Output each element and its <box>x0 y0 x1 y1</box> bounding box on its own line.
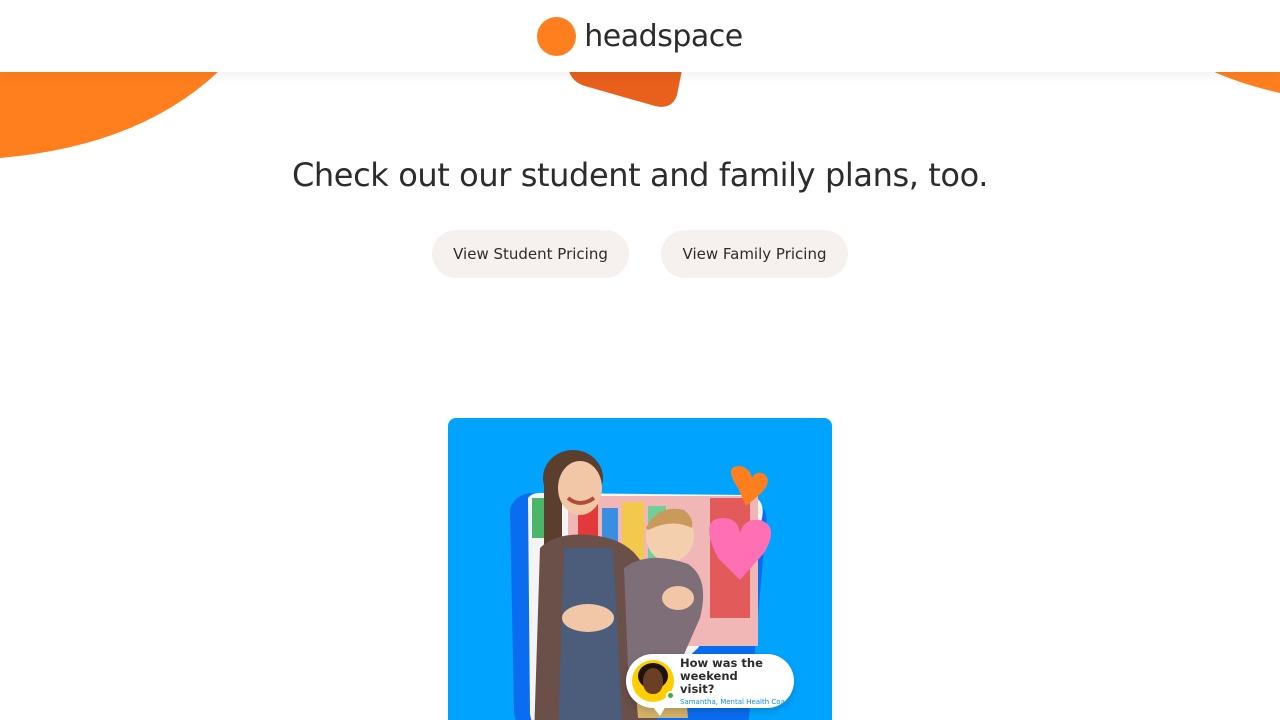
headspace-logo[interactable]: headspace <box>537 16 743 56</box>
logo-dot-icon <box>537 16 577 56</box>
brand-name: headspace <box>584 18 743 54</box>
coach-chat-bubble: How was the weekend visit? Samantha, Men… <box>626 654 794 716</box>
site-header: headspace <box>0 0 1280 72</box>
online-status-icon <box>666 691 675 700</box>
coach-avatar <box>632 660 675 702</box>
chat-question: How was the weekend visit? <box>680 655 763 696</box>
view-family-pricing-button[interactable]: View Family Pricing <box>661 230 848 278</box>
plans-headline: Check out our student and family plans, … <box>291 156 988 194</box>
bubble-tail <box>652 706 666 716</box>
view-student-pricing-button[interactable]: View Student Pricing <box>432 230 629 278</box>
chat-sender: Samantha, Mental Health Coach <box>680 697 794 706</box>
promo-image-card: How was the weekend visit? Samantha, Men… <box>448 418 832 720</box>
